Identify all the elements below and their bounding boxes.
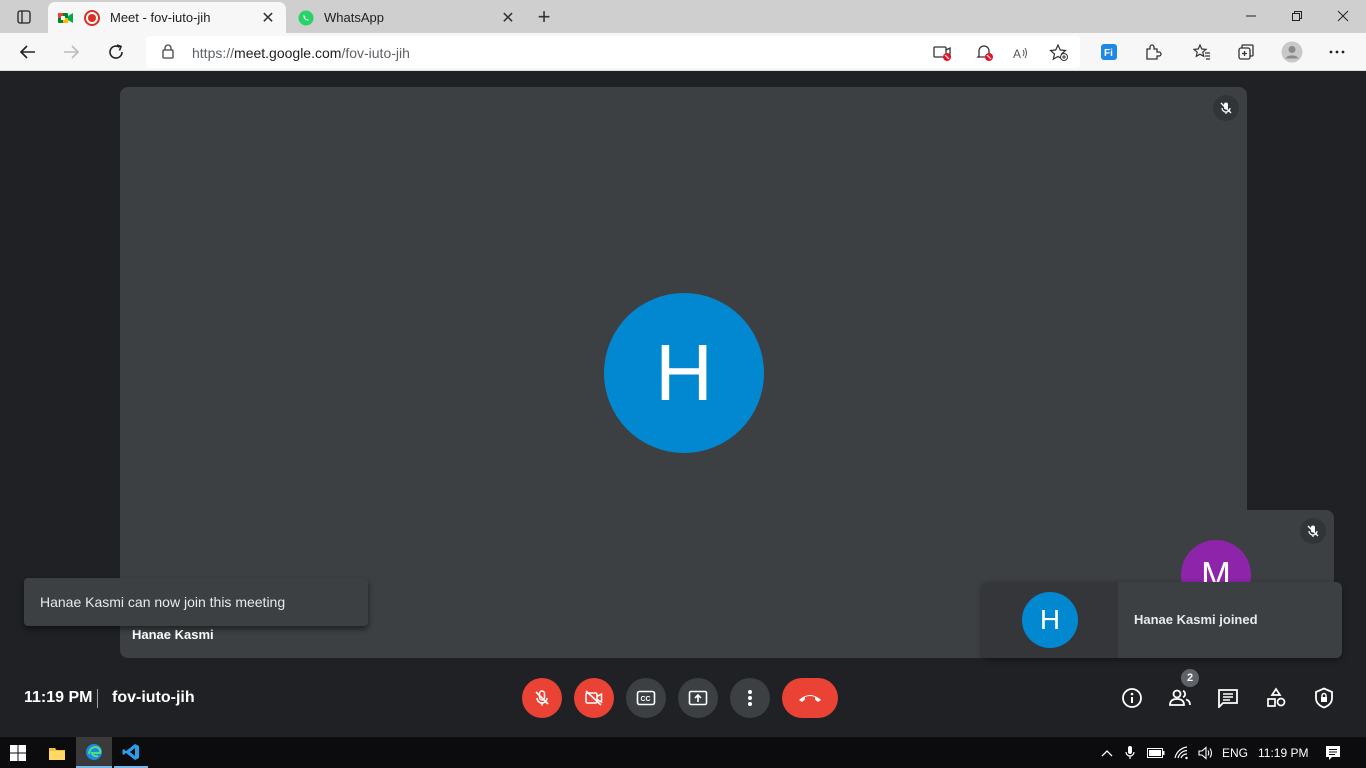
more-options-button[interactable] <box>730 678 770 718</box>
snackbar-message: Hanae Kasmi can now join this meeting <box>24 578 368 626</box>
file-explorer-icon[interactable] <box>40 737 74 768</box>
more-options-icon[interactable] <box>1322 38 1352 66</box>
browser-toolbar: https://meet.google.com/fov-iuto-jih A F… <box>0 33 1366 71</box>
minimize-icon[interactable] <box>1228 4 1274 28</box>
muted-mic-icon <box>1213 95 1239 121</box>
svg-text:A: A <box>1013 47 1021 61</box>
favorites-icon[interactable] <box>1187 38 1217 66</box>
new-tab-icon[interactable]: + <box>532 4 556 29</box>
tab-title: Meet - fov-iuto-jih <box>110 10 211 25</box>
activities-icon[interactable] <box>1259 681 1293 715</box>
host-controls-icon[interactable] <box>1307 681 1341 715</box>
present-screen-button[interactable] <box>678 678 718 718</box>
meet-stage: H Hanae Kasmi M H Hanae Kasmi joined Han… <box>0 71 1366 737</box>
action-center-icon[interactable] <box>1318 737 1348 768</box>
join-notification-avatar-area: H <box>982 582 1118 658</box>
google-meet-icon <box>58 10 74 26</box>
read-aloud-icon[interactable]: A <box>1010 42 1032 64</box>
meeting-time: 11:19 PM <box>24 689 93 706</box>
extensions-icon[interactable] <box>1138 38 1168 66</box>
join-notification: H Hanae Kasmi joined <box>982 582 1342 658</box>
join-message: Hanae Kasmi joined <box>1134 612 1258 627</box>
volume-icon[interactable] <box>1196 737 1216 768</box>
microphone-toggle-button[interactable] <box>522 678 562 718</box>
show-hidden-icons-icon[interactable] <box>1098 737 1116 768</box>
url-text: https://meet.google.com/fov-iuto-jih <box>192 45 410 61</box>
windows-start-icon[interactable] <box>0 737 36 768</box>
recording-icon <box>84 9 100 26</box>
lock-icon[interactable] <box>162 44 174 64</box>
whatsapp-icon <box>298 10 314 26</box>
participant-name: Hanae Kasmi <box>132 627 214 642</box>
vscode-icon[interactable] <box>114 737 148 768</box>
battery-icon[interactable] <box>1146 737 1166 768</box>
avatar: H <box>604 293 764 453</box>
captions-button[interactable]: CC <box>626 678 666 718</box>
restore-icon[interactable] <box>1274 4 1320 28</box>
tab-meet[interactable]: Meet - fov-iuto-jih ✕ <box>48 2 286 33</box>
leave-call-button[interactable] <box>782 678 838 718</box>
windows-taskbar: ENG 11:19 PM <box>0 737 1366 768</box>
profile-avatar-icon[interactable] <box>1277 38 1307 66</box>
edge-icon[interactable] <box>76 737 112 768</box>
camera-blocked-icon[interactable] <box>932 42 954 64</box>
tab-title: WhatsApp <box>324 10 384 25</box>
collections-icon[interactable] <box>1231 38 1261 66</box>
avatar: H <box>1022 592 1078 648</box>
meeting-details-icon[interactable] <box>1115 681 1149 715</box>
forward-icon[interactable] <box>56 38 86 66</box>
input-language[interactable]: ENG <box>1222 746 1248 760</box>
muted-mic-icon <box>1300 518 1326 544</box>
divider <box>97 689 98 708</box>
meeting-control-bar: 11:19 PM fov-iuto-jih CC 2 <box>0 665 1366 731</box>
chat-icon[interactable] <box>1211 681 1245 715</box>
close-tab-icon[interactable]: ✕ <box>496 6 520 30</box>
svg-text:Fi: Fi <box>1104 48 1113 59</box>
people-count-badge: 2 <box>1181 669 1199 687</box>
main-participant-tile[interactable]: H Hanae Kasmi <box>120 87 1247 658</box>
close-tab-icon[interactable]: ✕ <box>256 6 280 30</box>
meeting-code: fov-iuto-jih <box>112 689 195 706</box>
self-participant-tile[interactable]: M <box>1099 510 1334 590</box>
wifi-icon[interactable] <box>1172 737 1192 768</box>
microphone-tray-icon[interactable] <box>1122 737 1138 768</box>
camera-toggle-button[interactable] <box>574 678 614 718</box>
browser-tab-strip: Meet - fov-iuto-jih ✕ WhatsApp ✕ + <box>0 0 1366 33</box>
favorite-add-icon[interactable] <box>1048 42 1070 64</box>
tab-actions-icon[interactable] <box>10 7 38 27</box>
taskbar-clock[interactable]: 11:19 PM <box>1258 746 1308 760</box>
extension-fi-icon[interactable]: Fi <box>1094 38 1124 66</box>
back-icon[interactable] <box>13 38 43 66</box>
svg-text:CC: CC <box>641 696 651 703</box>
notifications-blocked-icon[interactable] <box>974 42 996 64</box>
refresh-icon[interactable] <box>101 38 131 66</box>
tab-whatsapp[interactable]: WhatsApp ✕ <box>288 2 526 33</box>
address-bar[interactable]: https://meet.google.com/fov-iuto-jih A <box>146 36 1080 68</box>
close-window-icon[interactable] <box>1320 4 1366 28</box>
